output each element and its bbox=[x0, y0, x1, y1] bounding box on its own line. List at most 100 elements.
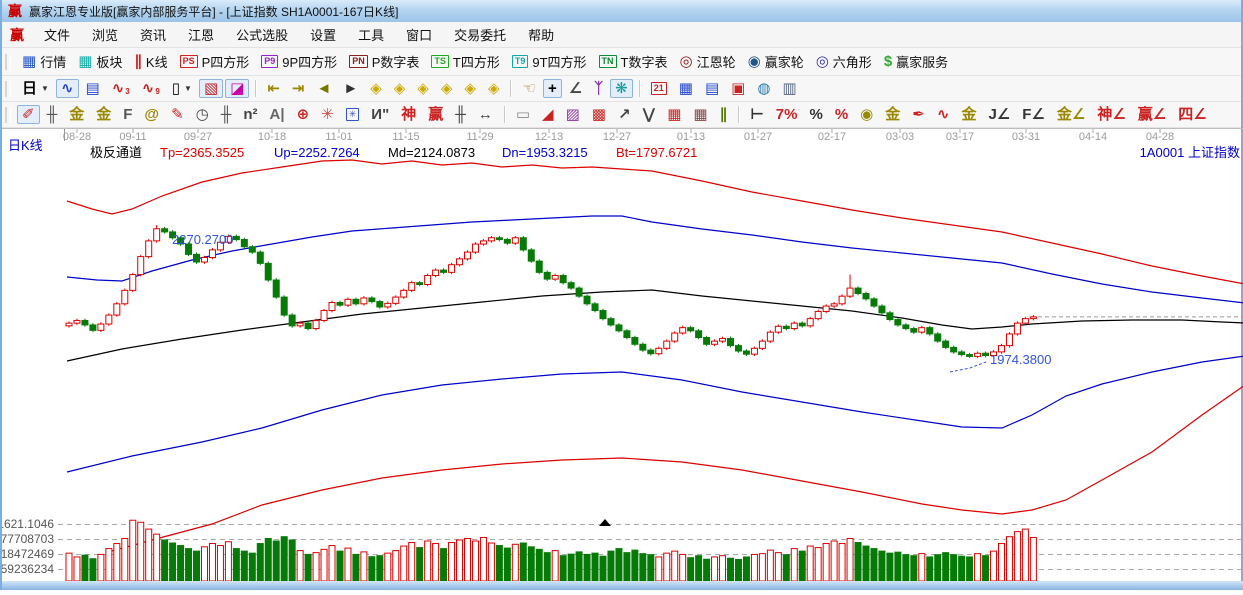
chart-canvas[interactable]: 08-2809-1109-2710-1811-0111-1511-2912-13… bbox=[2, 128, 1243, 590]
gold-line-tool[interactable]: 金 bbox=[880, 105, 905, 124]
circle-cross-tool[interactable]: ⊕ bbox=[292, 105, 315, 124]
prev-bar-button[interactable]: ◄ bbox=[311, 79, 336, 98]
grid-red-tool[interactable]: ▦ bbox=[662, 105, 686, 124]
kline-button[interactable]: ∥K线 bbox=[129, 50, 172, 73]
si-angle-tool[interactable]: 四∠ bbox=[1173, 105, 1211, 124]
web-button[interactable]: ◍ bbox=[752, 79, 775, 98]
box-lines-tool[interactable]: ▭ bbox=[511, 105, 535, 124]
quotes-button[interactable]: ▦行情 bbox=[17, 50, 71, 73]
time-cycle-tool[interactable]: ◷ bbox=[191, 105, 214, 124]
wave-3-tool[interactable]: ∿3 bbox=[107, 79, 135, 98]
n-square-tool[interactable]: n² bbox=[238, 105, 262, 124]
grid-arrow-tool[interactable]: ▦ bbox=[688, 105, 712, 124]
volume-profile-tool[interactable]: ◪ bbox=[225, 79, 249, 98]
angle-measure-tool[interactable]: ∠ bbox=[564, 79, 587, 98]
t-square-button[interactable]: TST四方形 bbox=[426, 50, 504, 73]
first-bar-button[interactable]: ⇤ bbox=[262, 79, 285, 98]
save-button[interactable]: ▣ bbox=[726, 79, 750, 98]
win-tool[interactable]: 赢 bbox=[423, 105, 448, 124]
gold-ruler2-tool[interactable]: 金 bbox=[91, 105, 116, 124]
sectors-button[interactable]: ▦板块 bbox=[73, 50, 127, 73]
ruler-ticks-tool-icon: ╫ bbox=[47, 107, 58, 122]
diamond-arrow-plus-button[interactable]: ◈ bbox=[459, 79, 481, 98]
trend-line-tool[interactable]: ↗ bbox=[613, 105, 636, 124]
f-angle-tool[interactable]: F∠ bbox=[1017, 105, 1050, 124]
red-pen-tool[interactable]: ✎ bbox=[166, 105, 189, 124]
width-arrows-tool[interactable]: ↔ bbox=[473, 105, 498, 124]
shen-tool[interactable]: 神 bbox=[396, 105, 421, 124]
remote-service-button[interactable]: ▥ bbox=[777, 79, 801, 98]
gann-wheel-button[interactable]: ◎江恩轮 bbox=[674, 50, 740, 73]
fan-box-tool[interactable]: ▨ bbox=[561, 105, 585, 124]
fractal-tool[interactable]: И" bbox=[366, 105, 394, 124]
percent-tool[interactable]: % bbox=[804, 105, 827, 124]
winner-wheel-button[interactable]: ◉赢家轮 bbox=[743, 50, 809, 73]
ruler-123-tool[interactable]: ╫ bbox=[450, 105, 471, 124]
menu-帮助[interactable]: 帮助 bbox=[517, 22, 565, 48]
crosshair-tool[interactable]: + bbox=[543, 79, 562, 98]
v-lines-tool[interactable]: ⋁ bbox=[638, 105, 661, 124]
diamond-arrow-expand-button[interactable]: ◈ bbox=[483, 79, 505, 98]
hexagon-button[interactable]: ◎六角形 bbox=[811, 50, 877, 73]
percent-line-tool[interactable]: % bbox=[830, 105, 853, 124]
f-ruler-tool[interactable]: F bbox=[118, 105, 137, 124]
calendar-button[interactable]: 21 bbox=[646, 80, 672, 97]
gold-underline-tool[interactable]: 金 bbox=[956, 105, 981, 124]
parallel-lines-tool[interactable]: ∥ bbox=[715, 105, 733, 124]
wave-channel-tool[interactable]: ∿ bbox=[932, 105, 955, 124]
ruler-ticks-tool[interactable]: ╫ bbox=[42, 105, 63, 124]
nine-t-square-button[interactable]: T99T四方形 bbox=[507, 50, 592, 73]
menu-公式选股[interactable]: 公式选股 bbox=[225, 22, 299, 48]
boxed-starburst-tool[interactable]: ✳ bbox=[341, 106, 365, 123]
period-day-dropdown[interactable]: 日▼ bbox=[17, 79, 54, 98]
bottom-scrollbar[interactable] bbox=[2, 581, 1243, 590]
spiral-tool[interactable]: @ bbox=[139, 105, 164, 124]
x-box-tool[interactable]: ▩ bbox=[587, 105, 611, 124]
diamond-arrow-both-button[interactable]: ◈ bbox=[412, 79, 434, 98]
gann-fan-tool[interactable]: ◢ bbox=[537, 105, 559, 124]
nine-p-square-button[interactable]: P99P四方形 bbox=[256, 50, 342, 73]
last-bar-button[interactable]: ⇥ bbox=[287, 79, 310, 98]
gold-ruler-tool[interactable]: 金 bbox=[64, 105, 89, 124]
wave-9-tool[interactable]: ∿9 bbox=[137, 79, 165, 98]
winner-service-button[interactable]: $赢家服务 bbox=[879, 50, 953, 73]
diamond-arrow-right-button[interactable]: ◈ bbox=[389, 79, 411, 98]
menu-交易委托[interactable]: 交易委托 bbox=[443, 22, 517, 48]
menu-江恩[interactable]: 江恩 bbox=[177, 22, 225, 48]
starburst-tool[interactable]: ✳ bbox=[316, 105, 339, 124]
gold-circle-tool[interactable]: ◉ bbox=[855, 105, 878, 124]
p-square-button[interactable]: PSP四方形 bbox=[175, 50, 255, 73]
notes-button[interactable]: ▤ bbox=[700, 79, 724, 98]
menu-文件[interactable]: 文件 bbox=[33, 22, 81, 48]
j-angle-tool[interactable]: J∠ bbox=[983, 105, 1015, 124]
shen-angle-tool[interactable]: 神∠ bbox=[1092, 105, 1130, 124]
menu-浏览[interactable]: 浏览 bbox=[81, 22, 129, 48]
pattern-brain-tool[interactable]: ❋ bbox=[610, 79, 633, 98]
gallery-tool[interactable]: ᛉ bbox=[589, 79, 608, 98]
menu-工具[interactable]: 工具 bbox=[347, 22, 395, 48]
p-number-table-button[interactable]: PNP数字表 bbox=[344, 50, 424, 73]
candlestick bbox=[783, 326, 789, 328]
title-bar[interactable]: 赢 赢家江恩专业版[赢家内部服务平台] - [上证指数 SH1A0001-167… bbox=[2, 0, 1241, 22]
gold-angle-tool[interactable]: 金∠ bbox=[1052, 105, 1090, 124]
ruler2-tool[interactable]: ╫ bbox=[216, 105, 237, 124]
candle-style-dropdown[interactable]: ▯▼ bbox=[167, 79, 197, 98]
zigzag-tool[interactable]: ∿ bbox=[56, 79, 79, 98]
next-bar-button[interactable]: ► bbox=[338, 79, 363, 98]
win-angle-tool[interactable]: 赢∠ bbox=[1133, 105, 1171, 124]
price-scale-tool[interactable]: ⊢ bbox=[745, 105, 769, 124]
percent-7-tool[interactable]: 7% bbox=[771, 105, 803, 124]
t-number-table-button[interactable]: TNT数字表 bbox=[594, 50, 673, 73]
info-panel-button[interactable]: ▤ bbox=[81, 79, 105, 98]
menu-窗口[interactable]: 窗口 bbox=[395, 22, 443, 48]
gann-pattern-tool[interactable]: ▧ bbox=[199, 79, 223, 98]
pan-hand-tool[interactable]: ☜ bbox=[517, 79, 540, 98]
ink-flag-tool[interactable]: ✒ bbox=[907, 105, 930, 124]
diamond-arrow-cross-button[interactable]: ◈ bbox=[436, 79, 458, 98]
menu-设置[interactable]: 设置 bbox=[299, 22, 347, 48]
menu-资讯[interactable]: 资讯 bbox=[129, 22, 177, 48]
calculator-button[interactable]: ▦ bbox=[674, 79, 698, 98]
eraser-pen-tool[interactable]: ✐ bbox=[17, 105, 40, 124]
text-annotation-tool[interactable]: A| bbox=[265, 105, 290, 124]
diamond-arrow-left-button[interactable]: ◈ bbox=[365, 79, 387, 98]
